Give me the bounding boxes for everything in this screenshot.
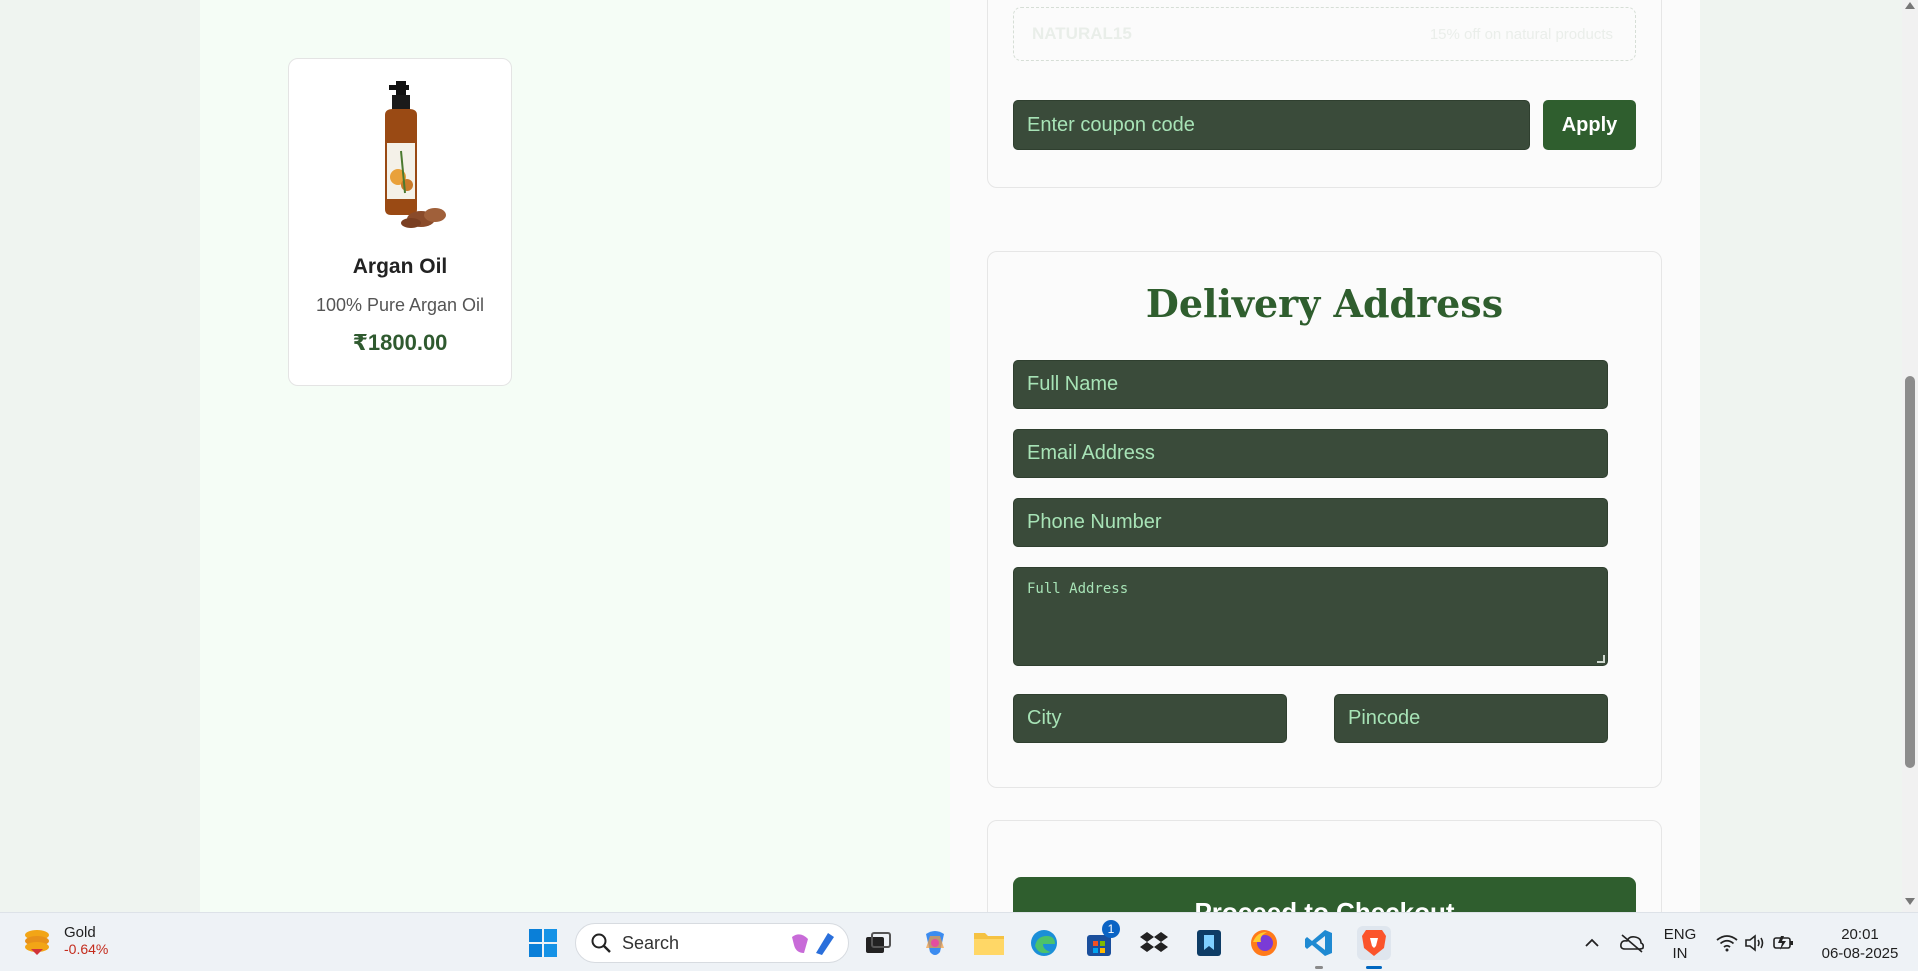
browser-viewport: Argan Oil 100% Pure Argan Oil ₹1800.00 N… [0, 0, 1918, 912]
clock-date: 06-08-2025 [1821, 945, 1899, 962]
coupon-suggestion[interactable]: NATURAL15 15% off on natural products [1013, 7, 1636, 61]
resize-handle-icon[interactable] [1597, 655, 1605, 663]
widget-change: -0.64% [64, 940, 109, 957]
clock-time: 20:01 [1841, 926, 1879, 943]
firefox-icon[interactable] [1247, 926, 1281, 960]
edge-browser-icon[interactable] [1027, 926, 1061, 960]
coupon-suggestion-note: 15% off on natural products [1429, 26, 1613, 43]
scroll-down-arrow-icon[interactable] [1905, 898, 1915, 905]
market-widget[interactable]: Gold -0.64% [20, 923, 108, 957]
microsoft-store-icon[interactable]: 1 [1082, 920, 1120, 960]
search-highlight-icon [792, 933, 834, 955]
proceed-to-checkout-button[interactable]: Proceed to Checkout [1013, 877, 1636, 912]
language-code: ENG [1663, 926, 1697, 943]
scrollbar-thumb[interactable] [1905, 376, 1915, 768]
taskbar: Gold -0.64% Search 1 ENG IN 20:01 06-08-… [0, 912, 1918, 971]
page-scrollbar[interactable] [1902, 0, 1918, 912]
store-badge: 1 [1102, 920, 1120, 938]
copilot-icon[interactable] [918, 926, 952, 960]
brave-browser-icon[interactable] [1357, 926, 1391, 960]
vscode-open-indicator [1315, 966, 1323, 969]
pincode-field[interactable]: Pincode [1334, 694, 1608, 743]
delivery-address-title: Delivery Address [1145, 281, 1504, 326]
start-windows-icon[interactable] [526, 926, 560, 960]
widget-title: Gold [64, 923, 96, 941]
onedrive-offline-icon[interactable] [1615, 926, 1649, 960]
language-indicator[interactable]: ENG IN [1662, 925, 1698, 963]
email-field[interactable]: Email Address [1013, 429, 1608, 478]
language-region: IN [1672, 945, 1688, 962]
gold-bars-icon [25, 930, 49, 955]
city-field[interactable]: City [1013, 694, 1287, 743]
app-shield-icon[interactable] [1192, 926, 1226, 960]
product-description: 100% Pure Argan Oil [315, 295, 485, 315]
battery-charging-icon[interactable] [1767, 926, 1801, 960]
show-hidden-icons-chevron-icon[interactable] [1575, 926, 1609, 960]
search-label: Search [622, 932, 680, 953]
brave-active-indicator [1366, 966, 1382, 969]
full-address-textarea[interactable]: Full Address [1013, 567, 1608, 666]
phone-field[interactable]: Phone Number [1013, 498, 1608, 547]
taskbar-search-box[interactable]: Search [575, 923, 849, 963]
coupon-suggestion-code: NATURAL15 [1032, 24, 1132, 43]
search-icon [591, 933, 611, 953]
scroll-up-arrow-icon[interactable] [1905, 2, 1915, 9]
clock[interactable]: 20:01 06-08-2025 [1812, 925, 1908, 963]
full-name-field[interactable]: Full Name [1013, 360, 1608, 409]
product-name: Argan Oil [352, 255, 448, 278]
product-card[interactable]: Argan Oil 100% Pure Argan Oil ₹1800.00 [288, 58, 512, 386]
product-price: ₹1800.00 [352, 330, 448, 355]
full-address-placeholder: Full Address [1027, 581, 1129, 597]
dropbox-icon[interactable] [1137, 926, 1171, 960]
coupon-code-input[interactable]: Enter coupon code [1013, 100, 1530, 150]
vscode-icon[interactable] [1302, 926, 1336, 960]
task-view-icon[interactable] [861, 926, 895, 960]
file-explorer-icon[interactable] [972, 926, 1006, 960]
apply-coupon-button[interactable]: Apply [1543, 100, 1636, 150]
argan-oil-bottle-image [385, 81, 446, 228]
